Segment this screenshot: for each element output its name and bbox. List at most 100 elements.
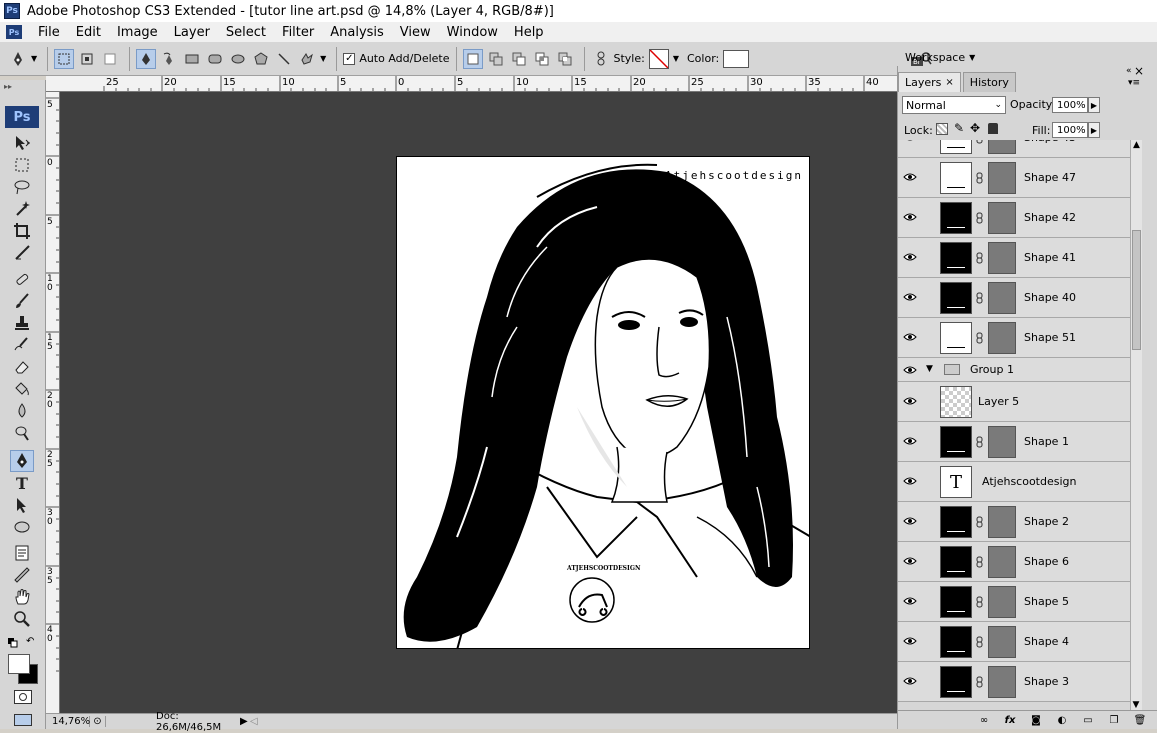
color-swatch[interactable] <box>723 49 750 68</box>
vector-mask-thumbnail[interactable] <box>988 586 1016 618</box>
layer-style-icon[interactable]: fx <box>1002 713 1018 727</box>
adjustment-layer-icon[interactable]: ◐ <box>1054 713 1070 727</box>
intersect-shape-areas-icon[interactable] <box>532 49 552 69</box>
move-tool-icon[interactable] <box>10 132 34 154</box>
link-layers-icon[interactable]: ∞ <box>976 713 992 727</box>
add-to-shape-area-icon[interactable] <box>486 49 506 69</box>
new-shape-layer-icon[interactable] <box>462 48 483 69</box>
vector-mask-thumbnail[interactable] <box>988 426 1016 458</box>
visibility-eye-icon[interactable] <box>902 675 918 687</box>
layer-row[interactable]: Shape 47 <box>898 158 1130 198</box>
polygon-tool-icon[interactable] <box>251 49 271 69</box>
menu-file[interactable]: File <box>30 25 68 40</box>
lasso-tool-icon[interactable] <box>10 176 34 198</box>
toolbox-grip[interactable]: ▸▸ <box>4 82 12 91</box>
foreground-color-swatch[interactable] <box>8 654 30 674</box>
vector-mask-thumbnail[interactable] <box>988 322 1016 354</box>
vector-mask-thumbnail[interactable] <box>988 626 1016 658</box>
paths-mode-icon[interactable] <box>77 49 97 69</box>
status-info-icon[interactable]: ⊙ <box>90 716 106 727</box>
opacity-slider-arrow-icon[interactable]: ▶ <box>1088 97 1100 113</box>
rounded-rectangle-tool-icon[interactable] <box>205 49 225 69</box>
delete-layer-icon[interactable]: 🗑 <box>1132 713 1148 727</box>
vector-mask-thumbnail[interactable] <box>988 202 1016 234</box>
path-selection-tool-icon[interactable] <box>10 494 34 516</box>
visibility-eye-icon[interactable] <box>902 171 918 183</box>
dodge-tool-icon[interactable] <box>10 422 34 444</box>
visibility-eye-icon[interactable] <box>902 395 918 407</box>
marquee-tool-icon[interactable] <box>10 154 34 176</box>
fill-slider-arrow-icon[interactable]: ▶ <box>1088 122 1100 138</box>
vector-mask-thumbnail[interactable] <box>988 546 1016 578</box>
layer-mask-icon[interactable]: ◙ <box>1028 713 1044 727</box>
vector-mask-thumbnail[interactable] <box>988 282 1016 314</box>
menu-layer[interactable]: Layer <box>166 25 218 40</box>
zoom-level[interactable]: 14,76% <box>46 716 90 727</box>
style-swatch[interactable] <box>648 48 669 69</box>
exclude-overlapping-icon[interactable] <box>555 49 575 69</box>
layer-row[interactable]: T Atjehscootdesign <box>898 462 1130 502</box>
eyedropper-tool-icon[interactable] <box>10 564 34 586</box>
app-menu-icon[interactable]: Ps <box>6 25 22 39</box>
lock-position-icon[interactable]: ✥ <box>970 121 980 135</box>
mask-link-icon[interactable] <box>976 212 984 224</box>
group-expand-icon[interactable]: ▼ <box>926 364 933 374</box>
ellipse-tool-icon[interactable] <box>228 49 248 69</box>
visibility-eye-icon[interactable] <box>902 555 918 567</box>
vector-mask-thumbnail[interactable] <box>988 242 1016 274</box>
magic-wand-tool-icon[interactable] <box>10 198 34 220</box>
layer-row[interactable]: Shape 6 <box>898 542 1130 582</box>
shape-options-dropdown-icon[interactable]: ▼ <box>320 54 326 63</box>
lock-transparent-icon[interactable] <box>936 123 948 135</box>
menu-window[interactable]: Window <box>439 25 506 40</box>
tab-layers[interactable]: Layers × <box>898 72 961 92</box>
link-style-icon[interactable] <box>591 49 611 69</box>
canvas-area[interactable]: Atjehscootdesign ATJEHSCOOTDESIGN <box>60 92 897 713</box>
type-tool-icon[interactable]: T <box>10 472 34 494</box>
zoom-tool-icon[interactable] <box>10 608 34 630</box>
shape-layers-mode-icon[interactable] <box>54 48 75 69</box>
scroll-thumb[interactable] <box>1132 230 1141 350</box>
vector-mask-thumbnail[interactable] <box>988 506 1016 538</box>
quick-mask-mode-icon[interactable] <box>14 690 32 704</box>
layer-row[interactable]: Shape 51 <box>898 318 1130 358</box>
vector-mask-thumbnail[interactable] <box>988 666 1016 698</box>
style-dropdown-icon[interactable]: ▼ <box>673 54 679 63</box>
freeform-pen-icon[interactable] <box>159 49 179 69</box>
rectangle-tool-icon[interactable] <box>182 49 202 69</box>
layers-scrollbar[interactable]: ▲ ▼ <box>1130 140 1142 710</box>
default-colors-icon[interactable] <box>8 638 18 648</box>
menu-image[interactable]: Image <box>109 25 166 40</box>
layer-row[interactable]: Shape 5 <box>898 582 1130 622</box>
fill-field[interactable]: 100% <box>1052 122 1088 138</box>
opacity-field[interactable]: 100% <box>1052 97 1088 113</box>
subtract-shape-area-icon[interactable] <box>509 49 529 69</box>
crop-tool-icon[interactable] <box>10 220 34 242</box>
visibility-eye-icon[interactable] <box>902 140 918 143</box>
mask-link-icon[interactable] <box>976 292 984 304</box>
mask-link-icon[interactable] <box>976 676 984 688</box>
healing-brush-tool-icon[interactable] <box>10 268 34 290</box>
tool-preset-pen-icon[interactable] <box>8 49 28 69</box>
blur-tool-icon[interactable] <box>10 400 34 422</box>
custom-shape-tool-icon[interactable] <box>297 49 317 69</box>
status-menu-arrow-icon[interactable]: ▶ <box>236 716 250 727</box>
lock-image-icon[interactable]: ✎ <box>954 121 964 135</box>
visibility-eye-icon[interactable] <box>902 211 918 223</box>
ellipse-shape-tool-icon[interactable] <box>10 516 34 538</box>
layer-row[interactable]: Shape 3 <box>898 662 1130 702</box>
vector-mask-thumbnail[interactable] <box>988 162 1016 194</box>
layer-row[interactable]: Shape 40 <box>898 278 1130 318</box>
blend-mode-select[interactable]: Normal ⌄ <box>902 96 1006 114</box>
scroll-up-icon[interactable]: ▲ <box>1131 140 1142 150</box>
new-layer-icon[interactable]: ❐ <box>1106 713 1122 727</box>
vector-mask-thumbnail[interactable] <box>988 140 1016 154</box>
workspace-menu[interactable]: Workspace ▼ <box>899 48 979 66</box>
fill-pixels-mode-icon[interactable] <box>100 49 120 69</box>
mask-link-icon[interactable] <box>976 252 984 264</box>
layer-group-row[interactable]: ▼ Group 1 <box>898 358 1130 382</box>
menu-analysis[interactable]: Analysis <box>322 25 392 40</box>
h-scroll-left-icon[interactable]: ◁ <box>250 716 264 727</box>
slice-tool-icon[interactable] <box>10 242 34 264</box>
mask-link-icon[interactable] <box>976 332 984 344</box>
